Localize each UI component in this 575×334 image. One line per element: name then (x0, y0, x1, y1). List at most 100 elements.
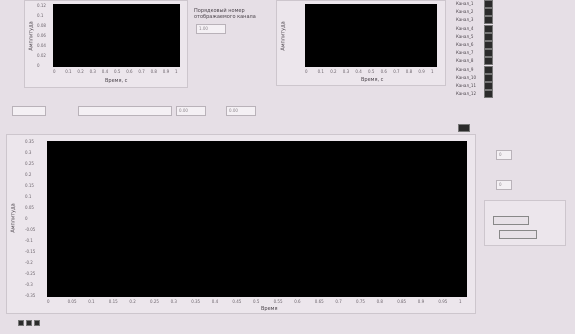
channel-led-icon (484, 90, 493, 99)
y-tick-label: 0 (37, 63, 40, 68)
y-tick-label: 0.12 (37, 3, 46, 8)
right-button-group (484, 200, 566, 246)
channel-number-input[interactable]: 1.00 (196, 24, 226, 34)
y-tick-label: 0.1 (37, 13, 44, 18)
x-tick-label: 0.1 (317, 69, 324, 74)
x-tick-label: 0.5 (368, 69, 375, 74)
channel-label: Канал_11 (456, 83, 477, 88)
y-tick-label: 0.06 (37, 33, 46, 38)
channel-led-icon (484, 65, 493, 74)
x-tick-label: 1 (431, 69, 434, 74)
main-graph-panel: Амплитуда Время 0.35 0.3 0.25 0.2 0.15 0.1 0.0… (6, 134, 476, 314)
x-tick-label: 0.2 (77, 69, 84, 74)
y-tick-label: 0.25 (25, 161, 34, 166)
x-tick-label: 0.15 (108, 299, 118, 304)
x-tick-label: 0.8 (376, 299, 383, 304)
channel-label: Канал_10 (456, 74, 477, 80)
y-tick-label: -0.3 (25, 282, 33, 287)
x-tick-label: 1 (459, 299, 462, 304)
x-tick-label: 0.25 (150, 299, 159, 304)
channel-label: Канал_1 (456, 1, 474, 6)
y-tick-label: 0.08 (37, 23, 46, 28)
channel-led-icon (484, 24, 493, 33)
x-tick-label: 0 (53, 69, 56, 74)
channel-led-icon (484, 8, 493, 17)
x-tick-label: 0.4 (101, 69, 109, 74)
channel-label: Канал_2 (456, 9, 474, 15)
x-tick-label: 0.7 (138, 69, 145, 74)
field-input[interactable]: 0.00 (176, 106, 206, 116)
y-tick-label: 0.05 (25, 205, 34, 210)
channel-led-icon (484, 32, 493, 41)
x-tick-label: 0.85 (397, 299, 407, 304)
channel-led-icon (484, 82, 493, 90)
y-tick-label: 0.1 (25, 194, 32, 199)
x-tick-label: 0.1 (88, 299, 95, 304)
status-icon-1 (18, 320, 24, 326)
graph2-xlabel: Время, с (361, 77, 384, 83)
y-tick-label: 0 (25, 216, 28, 221)
x-tick-label: 0.2 (330, 69, 337, 74)
x-tick-label: 0.7 (393, 69, 400, 74)
y-tick-label: -0.15 (25, 249, 36, 254)
y-tick-label: 0.04 (37, 43, 46, 48)
x-tick-label: 0.6 (126, 69, 133, 74)
y-tick-label: -0.2 (25, 260, 33, 265)
graph1-ylabel: Амплитуда (28, 21, 35, 51)
x-tick-label: 0.8 (405, 69, 413, 74)
x-tick-label: 0 (305, 69, 308, 74)
channel-led-icon (484, 16, 493, 25)
channel-led-icon (484, 49, 493, 58)
channel-label: Канал_5 (456, 33, 474, 39)
status-icon-2 (26, 320, 32, 326)
x-tick-label: 0.6 (380, 69, 387, 74)
x-tick-label: 0.35 (191, 299, 201, 304)
y-tick-label: 0.02 (37, 53, 46, 58)
x-tick-label: 0.05 (67, 299, 77, 304)
x-tick-label: 0.3 (170, 299, 177, 304)
x-tick-label: 0.95 (438, 299, 448, 304)
channel-label: Канал_9 (456, 66, 474, 72)
x-tick-label: 0.5 (253, 299, 260, 304)
channel-led-icon (484, 57, 493, 66)
channel-label: Канал_12 (456, 91, 477, 97)
channel-control-label: Порядковый номер отображаемого канала (194, 8, 256, 20)
y-tick-label: -0.05 (25, 227, 36, 232)
channel-label: Канал_7 (456, 50, 474, 56)
main-graph-legend-swatch (458, 124, 470, 132)
x-tick-label: 0.55 (273, 299, 283, 304)
y-tick-label: -0.25 (25, 271, 36, 276)
x-tick-label: 0.45 (232, 299, 242, 304)
graph1-plot (53, 4, 180, 67)
graph1-xlabel: Время, с (105, 78, 128, 84)
x-tick-label: 1 (175, 69, 178, 74)
main-graph-ylabel: Амплитуда (10, 203, 17, 233)
graph1-panel: Амплитуда Время, с 0.12 0.1 0.08 0.06 0.04 0.… (24, 0, 188, 88)
right-button-1[interactable] (493, 216, 529, 225)
right-button-2[interactable] (499, 230, 537, 239)
graph2-panel: Амплитуда Время, с 0 0.1 0.2 0.3 0.4 0.5 0.6 0.… (276, 0, 446, 86)
field-input[interactable]: 0.00 (226, 106, 256, 116)
graph2-ylabel: Амплитуда (280, 21, 287, 51)
x-tick-label: 0.3 (342, 69, 350, 74)
x-tick-label: 0.9 (418, 69, 425, 74)
x-tick-label: 0.5 (114, 69, 121, 74)
channel-label: Канал_3 (456, 17, 474, 23)
right-input-2[interactable]: 0 (496, 180, 512, 190)
x-tick-label: 0.2 (129, 299, 136, 304)
channel-label: Канал_4 (456, 25, 474, 31)
right-input-1[interactable]: 0 (496, 150, 512, 160)
x-tick-label: 0.8 (150, 69, 157, 74)
field-input[interactable] (78, 106, 172, 116)
x-tick-label: 0.9 (417, 299, 425, 304)
x-tick-label: 0.65 (314, 299, 324, 304)
x-tick-label: 0.3 (89, 69, 96, 74)
y-tick-label: 0.2 (25, 172, 32, 177)
field-input[interactable] (12, 106, 46, 116)
channel-label: Канал_8 (456, 58, 474, 64)
x-tick-label: 0.4 (211, 299, 219, 304)
x-tick-label: 0.1 (65, 69, 72, 74)
channel-led-icon (484, 0, 493, 8)
status-icon-3 (34, 320, 40, 326)
main-graph-xlabel: Время (261, 306, 278, 312)
